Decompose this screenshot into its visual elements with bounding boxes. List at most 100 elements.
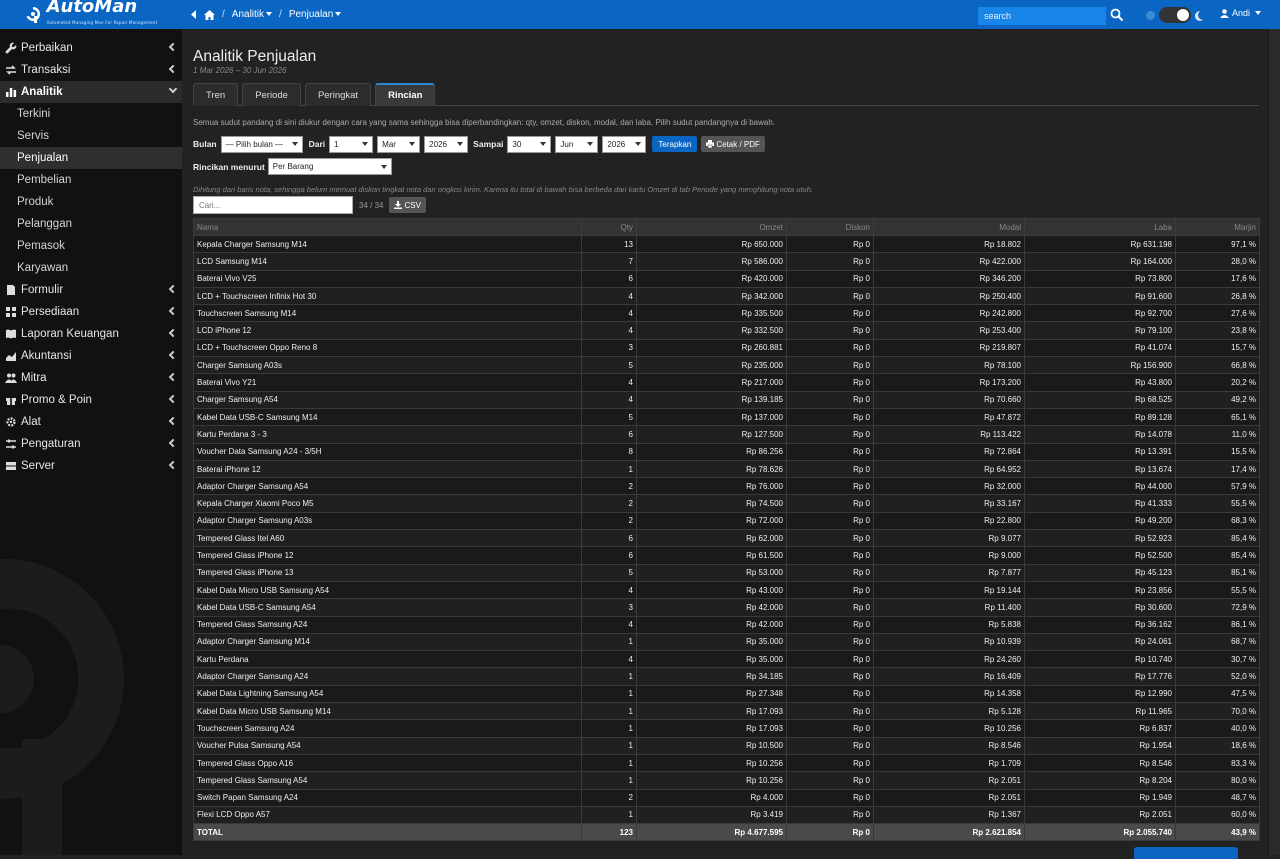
sidebar-subitem-penjualan[interactable]: Penjualan xyxy=(0,147,182,169)
table-row[interactable]: Switch Papan Samsung A24 2 Rp 4.000 Rp 0 Rp … xyxy=(193,788,1260,807)
column-header-marjin[interactable]: Marjin xyxy=(1175,218,1260,236)
column-header-nama[interactable]: Nama xyxy=(193,218,582,236)
table-row[interactable]: Tempered Glass Itel A60 6 Rp 62.000 Rp 0 Rp … xyxy=(193,529,1260,548)
cell-modal: Rp 11.400 xyxy=(873,598,1025,617)
cell-omzet: Rp 74.500 xyxy=(636,494,787,513)
sidebar-subitem-pelanggan[interactable]: Pelanggan xyxy=(0,213,182,235)
sidebar-item-akuntansi[interactable]: Akuntansi xyxy=(0,345,182,367)
table-row[interactable]: Kartu Perdana 3 - 3 6 Rp 127.500 Rp 0 Rp 113… xyxy=(193,425,1260,444)
table-row[interactable]: Adaptor Charger Samsung A03s 2 Rp 72.000 Rp… xyxy=(193,511,1260,531)
logo[interactable]: AutoMan Automated Managing Man For Repair… xyxy=(0,0,182,29)
table-row[interactable]: LCD + Touchscreen Oppo Reno 8 3 Rp 260.881… xyxy=(193,338,1260,358)
cell-laba: Rp 10.740 xyxy=(1024,650,1176,669)
sidebar-item-mitra[interactable]: Mitra xyxy=(0,367,182,389)
column-header-diskon[interactable]: Diskon xyxy=(786,218,874,236)
sidebar-subitem-karyawan[interactable]: Karyawan xyxy=(0,257,182,279)
table-row[interactable]: Voucher Data Samsung A24 - 3/5H 8 Rp 86.25… xyxy=(193,442,1260,461)
tab-periode[interactable]: Periode xyxy=(242,83,301,106)
cell-qty: 8 xyxy=(581,442,637,461)
sampai-month-select[interactable]: Jun xyxy=(555,135,599,153)
table-row[interactable]: Kabel Data USB-C Samsung M14 5 Rp 137.000 R… xyxy=(193,407,1260,427)
dari-day-select[interactable]: 1 xyxy=(329,135,374,153)
table-row[interactable]: Adaptor Charger Samsung M14 1 Rp 35.000 Rp … xyxy=(193,632,1260,652)
column-header-laba[interactable]: Laba xyxy=(1024,218,1176,236)
column-header-omzet[interactable]: Omzet xyxy=(636,218,787,236)
sidebar-subitem-produk[interactable]: Produk xyxy=(0,191,182,213)
table-row[interactable]: Kabel Data Micro USB Samsung A54 4 Rp 43.0… xyxy=(193,580,1260,600)
user-menu[interactable]: Andi xyxy=(1220,8,1262,18)
sidebar-item-alat[interactable]: Alat xyxy=(0,411,182,433)
table-row[interactable]: LCD + Touchscreen Infinix Hot 30 4 Rp 342.… xyxy=(193,286,1260,306)
csv-export-button[interactable]: CSV xyxy=(389,197,426,213)
column-header-qty[interactable]: Qty xyxy=(581,218,637,236)
sampai-day-select[interactable]: 30 xyxy=(507,135,552,153)
table-row[interactable]: Charger Samsung A03s 5 Rp 235.000 Rp 0 Rp 78… xyxy=(193,356,1260,375)
tab-rincian[interactable]: Rincian xyxy=(375,83,436,106)
tab-tren[interactable]: Tren xyxy=(193,83,239,106)
cell-qty: 5 xyxy=(581,407,637,427)
sidebar-subitem-pembelian[interactable]: Pembelian xyxy=(0,169,182,191)
sidebar-subitem-servis[interactable]: Servis xyxy=(0,125,182,147)
dari-month-select[interactable]: Mar xyxy=(377,135,421,153)
table-row[interactable]: Touchscreen Samsung A24 1 Rp 17.093 Rp 0 Rp … xyxy=(193,719,1260,738)
table-row[interactable]: Tempered Glass Oppo A16 1 Rp 10.256 Rp 0 Rp … xyxy=(193,753,1260,773)
sidebar-item-promo-poin[interactable]: Promo & Poin xyxy=(0,389,182,411)
table-row[interactable]: Tempered Glass iPhone 13 5 Rp 53.000 Rp 0 Rp… xyxy=(193,563,1260,582)
sampai-year-select[interactable]: 2026 xyxy=(602,135,647,153)
table-search-input[interactable] xyxy=(193,196,353,214)
table-row[interactable]: Tempered Glass Samsung A24 4 Rp 42.000 Rp 0… xyxy=(193,615,1260,634)
breadcrumb-analitik[interactable]: Analitik xyxy=(232,9,273,20)
table-row[interactable]: Kabel Data USB-C Samsung A54 3 Rp 42.000 Rp… xyxy=(193,598,1260,617)
dari-year-select[interactable]: 2026 xyxy=(424,135,469,153)
sidebar-item-label: Mitra xyxy=(21,372,47,384)
table-row[interactable]: Kabel Data Micro USB Samsung M14 1 Rp 17.0… xyxy=(193,702,1260,721)
cell-omzet: Rp 342.000 xyxy=(636,286,787,306)
table-row[interactable]: Adaptor Charger Samsung A24 1 Rp 34.185 Rp … xyxy=(193,667,1260,686)
table-row[interactable]: Tempered Glass iPhone 12 6 Rp 61.500 Rp 0 Rp… xyxy=(193,546,1260,565)
theme-toggle[interactable] xyxy=(1146,7,1205,23)
search-icon[interactable] xyxy=(1110,8,1124,22)
page-scrollbar[interactable] xyxy=(1268,29,1280,855)
table-row[interactable]: Baterai iPhone 12 1 Rp 78.626 Rp 0 Rp 64.952… xyxy=(193,459,1260,479)
dark-mode-switch[interactable] xyxy=(1159,7,1191,23)
table-row[interactable]: Kartu Perdana 4 Rp 35.000 Rp 0 Rp 24.260 Rp 1… xyxy=(193,650,1260,669)
table-row[interactable]: Kepala Charger Xiaomi Poco M5 2 Rp 74.500 R… xyxy=(193,494,1260,513)
breadcrumb-penjualan[interactable]: Penjualan xyxy=(289,9,342,20)
table-row[interactable]: Adaptor Charger Samsung A54 2 Rp 76.000 Rp … xyxy=(193,477,1260,496)
sidebar-item-formulir[interactable]: Formulir xyxy=(0,279,182,301)
sidebar-item-transaksi[interactable]: Transaksi xyxy=(0,59,182,81)
table-row[interactable]: Kepala Charger Samsung M14 13 Rp 650.000 Rp… xyxy=(193,234,1260,254)
apply-button[interactable]: Terapkan xyxy=(652,136,698,152)
sidebar-subitem-terkini[interactable]: Terkini xyxy=(0,103,182,125)
group-select[interactable]: Per Barang xyxy=(267,158,392,175)
table-row[interactable]: Charger Samsung A54 4 Rp 139.185 Rp 0 Rp 70.… xyxy=(193,390,1260,409)
search-input[interactable] xyxy=(978,7,1106,25)
brand-name: AutoMan Automated Managing Man For Repair… xyxy=(47,0,158,31)
sidebar-item-perbaikan[interactable]: Perbaikan xyxy=(0,37,182,59)
table-row[interactable]: Touchscreen Samsung M14 4 Rp 335.500 Rp 0 Rp… xyxy=(193,304,1260,323)
back-arrow-icon[interactable] xyxy=(190,10,197,19)
table-row[interactable]: LCD Samsung M14 7 Rp 586.000 Rp 0 Rp 422.000… xyxy=(193,252,1260,271)
table-row[interactable]: Baterai Vivo V25 6 Rp 420.000 Rp 0 Rp 346.20… xyxy=(193,269,1260,288)
sidebar-subitem-label: Pelanggan xyxy=(17,218,72,230)
sidebar-item-pengaturan[interactable]: Pengaturan xyxy=(0,433,182,455)
sidebar-subitem-pemasok[interactable]: Pemasok xyxy=(0,235,182,257)
sidebar-item-server[interactable]: Server xyxy=(0,455,182,477)
table-row[interactable]: Tempered Glass Samsung A54 1 Rp 10.256 Rp 0… xyxy=(193,771,1260,790)
cell-marjin: 49,2 % xyxy=(1175,390,1260,409)
print-pdf-button[interactable]: Cetak / PDF xyxy=(701,136,765,152)
table-row[interactable]: Voucher Pulsa Samsung A54 1 Rp 10.500 Rp 0R… xyxy=(193,736,1260,755)
table-row[interactable]: Kabel Data Lightning Samsung A54 1 Rp 27.3… xyxy=(193,684,1260,704)
sidebar-item-persediaan[interactable]: Persediaan xyxy=(0,301,182,323)
home-icon[interactable] xyxy=(204,9,215,20)
sidebar-item-analitik[interactable]: Analitik xyxy=(0,81,182,103)
sidebar-item-laporan-keuangan[interactable]: Laporan Keuangan xyxy=(0,323,182,345)
table-row[interactable]: LCD iPhone 12 4 Rp 332.500 Rp 0 Rp 253.400 Rp… xyxy=(193,321,1260,340)
floating-action-button[interactable] xyxy=(1134,847,1238,859)
tab-peringkat[interactable]: Peringkat xyxy=(304,83,372,106)
column-header-modal[interactable]: Modal xyxy=(873,218,1025,236)
bulan-select[interactable]: — Pilih bulan — xyxy=(220,135,303,153)
table-row[interactable]: Baterai Vivo Y21 4 Rp 217.000 Rp 0 Rp 173.20… xyxy=(193,373,1260,392)
cell-marjin: 47,5 % xyxy=(1175,684,1260,704)
table-row[interactable]: Flexi LCD Oppo A57 1 Rp 3.419 Rp 0 Rp 1.367 R… xyxy=(193,805,1260,825)
